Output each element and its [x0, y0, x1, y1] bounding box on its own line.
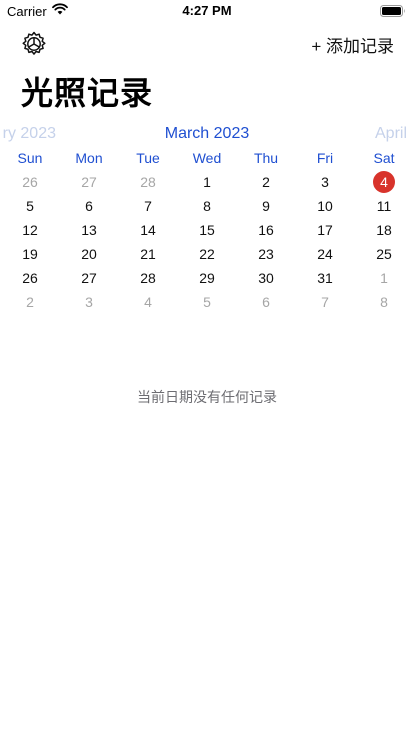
- calendar-day[interactable]: 30: [237, 266, 296, 290]
- selected-day-circle: 4: [373, 171, 395, 193]
- calendar-day[interactable]: 15: [178, 218, 237, 242]
- calendar-day[interactable]: 17: [296, 218, 355, 242]
- calendar-day[interactable]: 14: [119, 218, 178, 242]
- calendar-day[interactable]: 28: [119, 266, 178, 290]
- status-bar: Carrier 4:27 PM: [0, 0, 414, 22]
- calendar-day[interactable]: 7: [119, 194, 178, 218]
- calendar-day[interactable]: 11: [355, 194, 414, 218]
- calendar-day[interactable]: 26: [1, 170, 60, 194]
- month-strip[interactable]: ry 2023 March 2023 April: [0, 125, 414, 147]
- calendar-day[interactable]: 19: [1, 242, 60, 266]
- calendar-day[interactable]: 1: [178, 170, 237, 194]
- calendar-day[interactable]: 2: [1, 290, 60, 314]
- calendar-week-row: 19 20 21 22 23 24 25: [0, 242, 414, 266]
- calendar-day[interactable]: 29: [178, 266, 237, 290]
- calendar-day[interactable]: 6: [237, 290, 296, 314]
- calendar-day[interactable]: 24: [296, 242, 355, 266]
- weekday-mon: Mon: [75, 150, 103, 166]
- calendar-day[interactable]: 3: [296, 170, 355, 194]
- calendar-day[interactable]: 27: [60, 170, 119, 194]
- calendar-day[interactable]: 6: [60, 194, 119, 218]
- calendar-day[interactable]: 8: [355, 290, 414, 314]
- weekday-sun: Sun: [17, 150, 43, 166]
- calendar-day[interactable]: 8: [178, 194, 237, 218]
- calendar-day[interactable]: 13: [60, 218, 119, 242]
- battery-icon: [380, 5, 405, 17]
- calendar-day[interactable]: 18: [355, 218, 414, 242]
- calendar-week-row: 5 6 7 8 9 10 11: [0, 194, 414, 218]
- add-record-button[interactable]: + 添加记录: [311, 32, 394, 57]
- calendar-grid: 26 27 28 1 2 3 4 5 6 7 8 9 10 11 12 13 14 15 16 17 18 19 20 21 2…: [0, 170, 414, 314]
- calendar-day[interactable]: 3: [60, 290, 119, 314]
- calendar-day[interactable]: 20: [60, 242, 119, 266]
- calendar-day[interactable]: 28: [119, 170, 178, 194]
- calendar-week-row: 26 27 28 1 2 3 4: [0, 170, 414, 194]
- calendar-day[interactable]: 27: [60, 266, 119, 290]
- calendar-day-selected[interactable]: 4: [355, 170, 414, 194]
- empty-state-message: 当前日期没有任何记录: [137, 389, 277, 405]
- next-month-label[interactable]: April: [375, 125, 407, 143]
- page-title: 光照记录: [21, 75, 154, 111]
- calendar-day[interactable]: 23: [237, 242, 296, 266]
- calendar-day[interactable]: 22: [178, 242, 237, 266]
- calendar-day[interactable]: 25: [355, 242, 414, 266]
- weekday-sat: Sat: [373, 150, 395, 166]
- gear-icon: [22, 31, 46, 55]
- calendar-day[interactable]: 31: [296, 266, 355, 290]
- calendar-day[interactable]: 16: [237, 218, 296, 242]
- weekday-tue: Tue: [136, 150, 160, 166]
- weekday-thu: Thu: [253, 150, 279, 166]
- current-month-label: March 2023: [164, 125, 250, 142]
- calendar-week-row: 26 27 28 29 30 31 1: [0, 266, 414, 290]
- settings-button[interactable]: [20, 30, 48, 58]
- calendar-day[interactable]: 26: [1, 266, 60, 290]
- calendar-day[interactable]: 1: [355, 266, 414, 290]
- weekday-fri: Fri: [316, 150, 334, 166]
- calendar-day[interactable]: 4: [119, 290, 178, 314]
- calendar-day[interactable]: 5: [178, 290, 237, 314]
- calendar-day[interactable]: 7: [296, 290, 355, 314]
- weekday-wed: Wed: [192, 150, 222, 166]
- status-time: 4:27 PM: [182, 3, 232, 18]
- calendar-day[interactable]: 12: [1, 218, 60, 242]
- calendar-day[interactable]: 10: [296, 194, 355, 218]
- calendar-day[interactable]: 21: [119, 242, 178, 266]
- screen: Carrier 4:27 PM + 添加记录 光照记录 ry 2023 Marc…: [0, 0, 414, 736]
- calendar-week-row: 12 13 14 15 16 17 18: [0, 218, 414, 242]
- calendar-day[interactable]: 9: [237, 194, 296, 218]
- calendar-day[interactable]: 2: [237, 170, 296, 194]
- calendar-week-row: 2345678: [0, 290, 414, 314]
- weekday-header: Sun Mon Tue Wed Thu Fri Sat: [0, 150, 414, 166]
- calendar-day[interactable]: 5: [1, 194, 60, 218]
